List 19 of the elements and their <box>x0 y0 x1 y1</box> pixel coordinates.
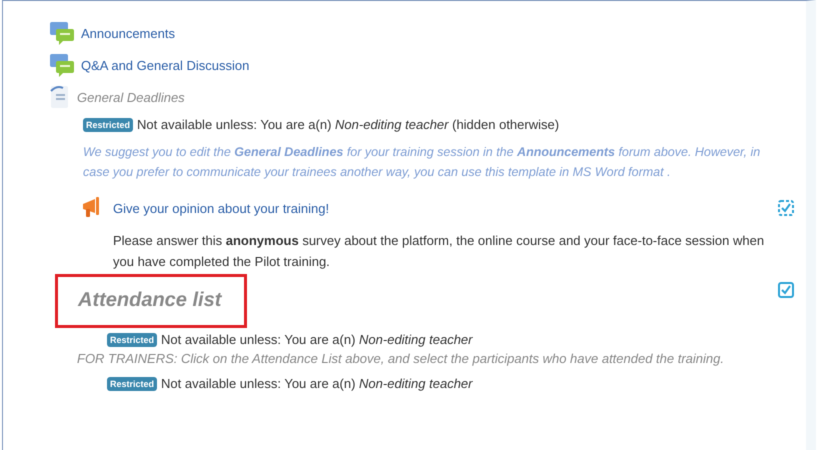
chat-bubbles-icon <box>49 53 75 77</box>
activity-link[interactable]: Q&A and General Discussion <box>81 58 250 72</box>
restriction-text: Not available unless: You are a(n) Non-editing teacher (hidden otherwise) <box>137 117 560 132</box>
activity-link[interactable]: Announcements <box>81 26 175 40</box>
activity-link[interactable]: General Deadlines <box>77 90 185 104</box>
activity-link[interactable]: Give your opinion about your training! <box>113 200 330 216</box>
restriction-text: Not available unless: You are a(n) Non-editing teacher <box>161 332 472 347</box>
chat-bubbles-icon <box>49 21 75 45</box>
restriction-text: Not available unless: You are a(n) Non-editing teacher <box>161 376 472 391</box>
completion-checkbox[interactable] <box>778 200 794 216</box>
document-icon <box>49 85 71 109</box>
trainer-note: FOR TRAINERS: Click on the Attendance List above, and select the participants who have attended the training. <box>77 351 725 366</box>
description-text: We suggest you to edit the General Deadlines for your training session in the Announcements forum above. However, in case you prefer to communicate your trainees another way, you can use this template in MS Word format . <box>83 144 762 181</box>
completion-checkbox[interactable] <box>778 282 794 298</box>
restricted-badge: Restricted <box>83 118 134 132</box>
survey-description: Please answer this anonymous survey about the platform, the online course and your face-to-face session when you have completed the Pilot training. <box>113 232 766 271</box>
section-heading: Attendance list <box>55 274 247 328</box>
restricted-badge: Restricted <box>107 376 158 390</box>
restricted-badge: Restricted <box>107 332 158 346</box>
